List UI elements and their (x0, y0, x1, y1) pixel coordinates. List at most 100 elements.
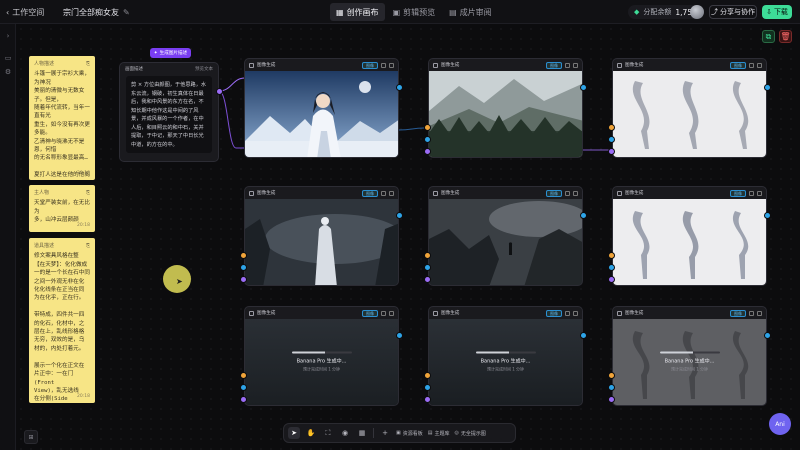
expand-icon[interactable] (565, 310, 570, 316)
sticky-note-character[interactable]: 人物描述 ⎘ 斗篷一展于宗衫大乘，为神况 美丽的清微与无数女子。但是， 随着年代流… (29, 56, 95, 180)
input-port-reference[interactable] (240, 252, 247, 259)
hand-icon[interactable]: ✋ (305, 427, 317, 439)
description-text[interactable]: 剪 × 方位由颜图，于他思路，水东云流，钢破，初生真体在日最后，我和中风景的东方… (126, 76, 212, 153)
assistant-button[interactable]: Ani (769, 413, 791, 435)
copy-icon[interactable]: ⎘ (86, 60, 90, 68)
expand-icon[interactable] (565, 62, 570, 68)
more-icon[interactable] (573, 190, 578, 196)
input-port-image[interactable] (424, 384, 431, 391)
tab-edit-preview[interactable]: ▣ 剪辑预览 (387, 3, 442, 21)
input-port-text[interactable] (240, 276, 247, 283)
output-port[interactable] (764, 84, 771, 91)
image-preview[interactable] (429, 199, 582, 285)
output-port[interactable] (216, 88, 223, 95)
image-card-5[interactable]: 图像生成 图像 (428, 186, 583, 286)
share-button[interactable]: ⤴ 分享与协作 (709, 5, 757, 19)
more-icon[interactable] (757, 62, 762, 68)
text-description-node[interactable]: 画面描述 预览文本 剪 × 方位由颜图，于他思路，水东云流，钢破，初生真体在日最… (119, 62, 219, 162)
input-port-text[interactable] (608, 276, 615, 283)
input-port-reference[interactable] (608, 372, 615, 379)
output-port[interactable] (396, 84, 403, 91)
input-port-text[interactable] (240, 396, 247, 403)
more-icon[interactable] (389, 62, 394, 68)
input-port-text[interactable] (424, 276, 431, 283)
project-title[interactable]: 宗门全部痴女友 ✎ (63, 5, 130, 19)
input-port-text[interactable] (424, 396, 431, 403)
output-port[interactable] (580, 332, 587, 339)
grid-icon[interactable]: ▦ (356, 427, 368, 439)
expand-icon[interactable] (381, 190, 386, 196)
image-card-4[interactable]: 图像生成 图像 (244, 186, 399, 286)
output-port[interactable] (764, 212, 771, 219)
output-port[interactable] (580, 212, 587, 219)
delete-icon[interactable]: 🗑 (779, 30, 792, 43)
asset-board-button[interactable]: ▣ 资源看板 (396, 430, 423, 437)
input-port-text[interactable] (424, 148, 431, 155)
expand-icon[interactable] (381, 310, 386, 316)
image-preview[interactable] (613, 71, 766, 157)
copy-icon[interactable]: ⎘ (86, 189, 90, 197)
export-icon[interactable]: ⧉ (762, 30, 775, 43)
tab-canvas[interactable]: ▦ 创作画布 (330, 3, 385, 21)
image-card-3[interactable]: 图像生成 图像 (612, 58, 767, 158)
more-icon[interactable] (389, 190, 394, 196)
chevron-right-icon[interactable]: › (4, 32, 12, 40)
image-preview[interactable] (613, 199, 766, 285)
expand-icon[interactable] (749, 190, 754, 196)
image-card-2[interactable]: 图像生成 图像 (428, 58, 583, 158)
more-icon[interactable] (757, 310, 762, 316)
back-to-workspace[interactable]: ‹ 工作空间 (6, 5, 44, 19)
image-card-8-loading[interactable]: 图像生成 图像 Banana Pro 生成中... 预计完成时间 1 分钟 (428, 306, 583, 406)
pointer-icon[interactable]: ➤ (288, 427, 300, 439)
input-port-image[interactable] (424, 264, 431, 271)
image-preview[interactable] (429, 71, 582, 157)
avatar[interactable] (690, 5, 704, 19)
expand-icon[interactable] (749, 62, 754, 68)
output-port[interactable] (396, 332, 403, 339)
download-button[interactable]: ⇩ 下载 (762, 5, 792, 19)
settings-icon[interactable]: ⚙ (4, 68, 12, 76)
input-port-text[interactable] (608, 396, 615, 403)
input-port-text[interactable] (608, 148, 615, 155)
input-port-image[interactable] (608, 136, 615, 143)
input-port-reference[interactable] (424, 124, 431, 131)
input-port-image[interactable] (608, 384, 615, 391)
input-port-reference[interactable] (240, 372, 247, 379)
input-port-image[interactable] (240, 264, 247, 271)
frame-icon[interactable]: ⛶ (322, 427, 334, 439)
generate-description-chip[interactable]: ✦ 生成图片描述 (150, 48, 191, 58)
image-card-7-loading[interactable]: 图像生成 图像 Banana Pro 生成中... 预计完成时间 1 分钟 (244, 306, 399, 406)
copy-icon[interactable]: ⎘ (86, 242, 90, 250)
image-preview[interactable] (245, 199, 398, 285)
theme-library-button[interactable]: ▤ 主题库 (428, 430, 450, 437)
more-icon[interactable] (757, 190, 762, 196)
input-port-reference[interactable] (424, 372, 431, 379)
more-icon[interactable] (573, 62, 578, 68)
node-preview-label[interactable]: 预览文本 (195, 66, 213, 72)
input-port-reference[interactable] (424, 252, 431, 259)
plus-icon[interactable]: + (379, 427, 391, 439)
more-icon[interactable] (389, 310, 394, 316)
expand-icon[interactable] (749, 310, 754, 316)
panel-icon[interactable]: ▭ (4, 54, 12, 62)
output-port[interactable] (580, 84, 587, 91)
image-preview[interactable] (245, 71, 398, 157)
pencil-icon[interactable]: ✎ (123, 8, 130, 17)
output-port[interactable] (396, 212, 403, 219)
expand-icon[interactable] (381, 62, 386, 68)
more-icon[interactable] (573, 310, 578, 316)
input-port-image[interactable] (240, 384, 247, 391)
sticky-note-props[interactable]: 道具描述 ⎘ 修文案具风格在整 【在天梦】：化化做成 一的是一个长在石中同 之间一… (29, 238, 95, 403)
tab-review[interactable]: ▤ 成片审阅 (443, 3, 498, 21)
image-card-1[interactable]: 图像生成 图像 (244, 58, 399, 158)
image-card-6[interactable]: 图像生成 图像 (612, 186, 767, 286)
image-card-9-loading[interactable]: 图像生成 图像 Banana Pro 生成中... 预计完成时间 1 分钟 (612, 306, 767, 406)
input-port-image[interactable] (608, 264, 615, 271)
output-port[interactable] (764, 332, 771, 339)
minimap-icon[interactable]: ⊞ (24, 430, 38, 444)
expand-icon[interactable] (565, 190, 570, 196)
prompt-help-button[interactable]: ◎ 无全提示图 (455, 430, 486, 437)
input-port-reference[interactable] (608, 252, 615, 259)
input-port-reference[interactable] (608, 124, 615, 131)
eye-icon[interactable]: ◉ (339, 427, 351, 439)
